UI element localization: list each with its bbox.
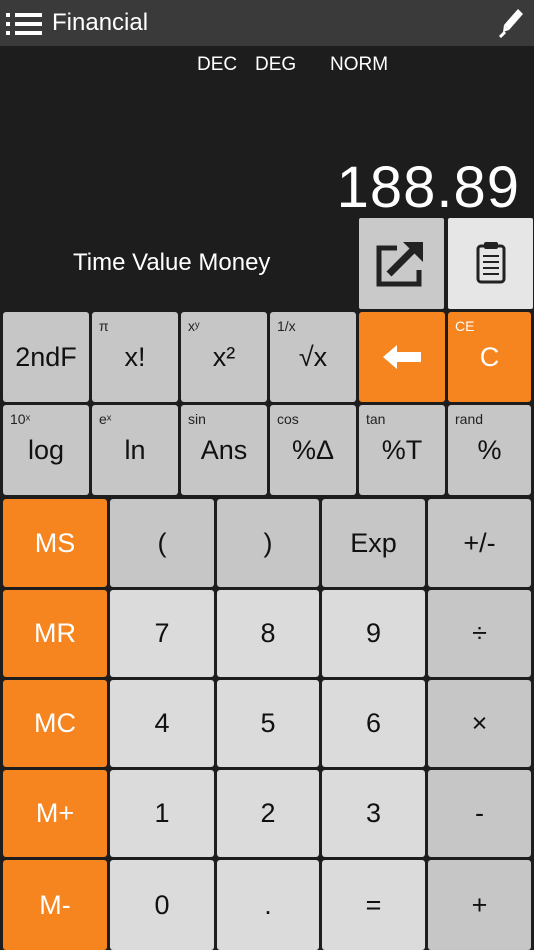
key-label: = — [365, 889, 382, 920]
key-label: %T — [381, 434, 423, 465]
digit-7-key[interactable]: 7 — [110, 590, 214, 677]
multiply-key[interactable]: × — [428, 680, 531, 767]
key-label: Ans — [200, 434, 248, 465]
notation-mode: NORM — [330, 54, 389, 75]
key-secondary-label: CE — [455, 318, 475, 334]
key-label: M- — [39, 889, 71, 920]
base-mode: DEC — [197, 54, 238, 75]
percent-key[interactable]: rand % — [448, 405, 531, 495]
key-label: 0 — [154, 889, 170, 920]
key-label: M+ — [35, 798, 75, 828]
memory-store-key[interactable]: MS — [3, 499, 107, 587]
key-label: 9 — [365, 618, 382, 648]
memory-add-key[interactable]: M+ — [3, 770, 107, 857]
answer-key[interactable]: sin Ans — [181, 405, 267, 495]
key-label: 7 — [154, 618, 170, 648]
subtract-key[interactable]: - — [428, 770, 531, 857]
back-arrow-icon — [383, 345, 421, 369]
square-key[interactable]: xʸ x² — [181, 312, 267, 402]
key-label: 6 — [365, 708, 382, 738]
key-label: ÷ — [472, 618, 487, 648]
top-bar: Financial — [0, 0, 534, 46]
key-secondary-label: 1/x — [277, 318, 296, 334]
list-menu-icon[interactable] — [6, 12, 44, 36]
key-label: . — [264, 889, 272, 920]
key-label: MC — [34, 708, 76, 738]
clipboard-icon — [476, 242, 506, 284]
add-key[interactable]: + — [428, 860, 531, 950]
ln-key[interactable]: eˣ ln — [92, 405, 178, 495]
key-label: 4 — [154, 708, 170, 738]
function-title[interactable]: Time Value Money — [73, 249, 270, 277]
square-root-key[interactable]: 1/x √x — [270, 312, 356, 402]
key-secondary-label: π — [99, 318, 109, 334]
open-paren-key[interactable]: ( — [110, 499, 214, 587]
key-label: % — [477, 434, 502, 465]
key-label: x² — [212, 341, 236, 372]
key-label: log — [27, 434, 65, 465]
memory-subtract-key[interactable]: M- — [3, 860, 107, 950]
key-secondary-label: eˣ — [99, 411, 112, 427]
key-secondary-label: cos — [277, 411, 299, 427]
equals-key[interactable]: = — [322, 860, 425, 950]
divide-key[interactable]: ÷ — [428, 590, 531, 677]
backspace-key[interactable] — [359, 312, 445, 402]
digit-1-key[interactable]: 1 — [110, 770, 214, 857]
key-label: 2ndF — [15, 341, 77, 372]
key-label: MR — [34, 618, 76, 648]
display-area: DEC DEG NORM 188.89 Time Value Money — [0, 46, 534, 310]
key-label: C — [479, 341, 500, 372]
key-label: 3 — [365, 798, 382, 828]
sign-toggle-key[interactable]: +/- — [428, 499, 531, 587]
key-label: x! — [124, 341, 146, 372]
digit-0-key[interactable]: 0 — [110, 860, 214, 950]
app-title: Financial — [52, 9, 149, 36]
digit-4-key[interactable]: 4 — [110, 680, 214, 767]
result-readout: 188.89 — [336, 155, 520, 220]
percent-change-key[interactable]: cos %Δ — [270, 405, 356, 495]
key-secondary-label: sin — [188, 411, 206, 427]
memory-recall-key[interactable]: MR — [3, 590, 107, 677]
key-secondary-label: xʸ — [188, 318, 200, 334]
digit-9-key[interactable]: 9 — [322, 590, 425, 677]
pen-icon[interactable] — [498, 8, 524, 38]
decimal-point-key[interactable]: . — [217, 860, 319, 950]
key-label: ) — [263, 527, 273, 558]
key-label: %Δ — [291, 434, 335, 465]
key-label: × — [471, 708, 488, 738]
share-button[interactable] — [359, 218, 444, 309]
key-label: ln — [124, 434, 146, 465]
key-label: 1 — [154, 798, 170, 828]
key-label: - — [475, 798, 484, 828]
factorial-key[interactable]: π x! — [92, 312, 178, 402]
percent-total-key[interactable]: tan %T — [359, 405, 445, 495]
key-label: + — [471, 889, 488, 920]
digit-6-key[interactable]: 6 — [322, 680, 425, 767]
key-secondary-label: 10ˣ — [10, 411, 31, 427]
key-label: 8 — [260, 618, 276, 648]
digit-5-key[interactable]: 5 — [217, 680, 319, 767]
digit-8-key[interactable]: 8 — [217, 590, 319, 677]
close-paren-key[interactable]: ) — [217, 499, 319, 587]
key-label: 5 — [260, 708, 276, 738]
key-label: Exp — [350, 527, 397, 558]
exponent-key[interactable]: Exp — [322, 499, 425, 587]
angle-mode: DEG — [255, 54, 297, 75]
key-label: 2 — [260, 798, 276, 828]
key-label: ( — [157, 527, 167, 558]
key-secondary-label: tan — [366, 411, 386, 427]
second-function-key[interactable]: 2ndF — [3, 312, 89, 402]
digit-3-key[interactable]: 3 — [322, 770, 425, 857]
key-secondary-label: rand — [455, 411, 484, 427]
log-key[interactable]: 10ˣ log — [3, 405, 89, 495]
memory-clear-key[interactable]: MC — [3, 680, 107, 767]
key-label: √x — [298, 341, 328, 372]
key-label: +/- — [463, 527, 496, 558]
share-icon — [376, 240, 427, 287]
digit-2-key[interactable]: 2 — [217, 770, 319, 857]
key-label: MS — [34, 527, 76, 558]
clipboard-button[interactable] — [448, 218, 533, 309]
clear-key[interactable]: CE C — [448, 312, 531, 402]
